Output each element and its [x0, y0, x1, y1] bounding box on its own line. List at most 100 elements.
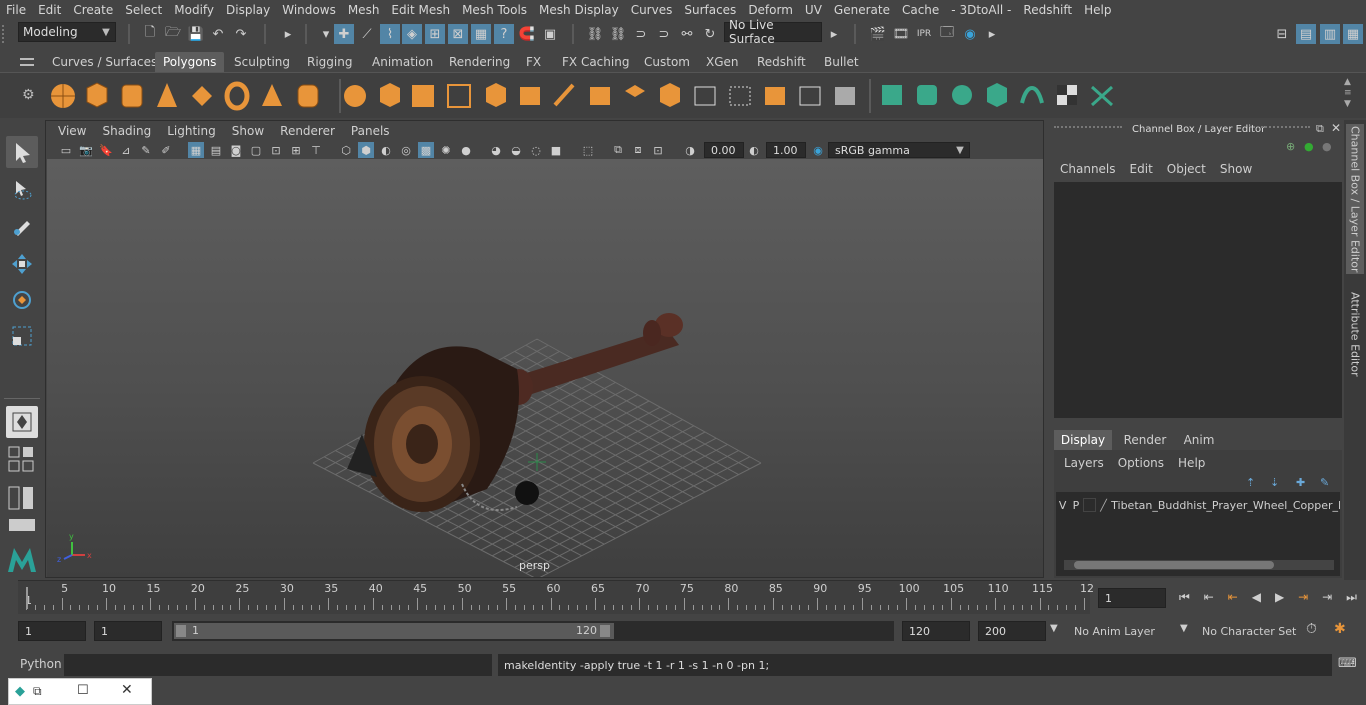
workspace-dropdown[interactable]: Modeling ▼ — [18, 22, 116, 42]
select-tool-button[interactable] — [6, 136, 38, 168]
layout-panels-icon[interactable] — [8, 486, 36, 510]
antialiasing-icon[interactable]: ◌ — [528, 142, 544, 158]
expand-arrow-right-icon[interactable]: ▸ — [982, 24, 1002, 44]
snap-grid-icon[interactable]: ◈ — [402, 24, 422, 44]
layer-color-icon[interactable]: ╱ — [1096, 499, 1111, 512]
menu-modify[interactable]: Modify — [168, 3, 220, 17]
shelf-tab-fx-caching[interactable]: FX Caching — [554, 52, 637, 72]
preferences-icon[interactable]: ✱ — [1334, 621, 1346, 637]
time-slider[interactable]: 5 10 15 20 25 30 35 40 45 50 55 60 65 70 75 80 85 90 95 100… — [18, 580, 1094, 614]
menu-edit[interactable]: Edit — [32, 3, 67, 17]
maximize-icon[interactable]: ☐ — [77, 683, 89, 698]
motion-blur-icon[interactable]: ◒ — [508, 142, 524, 158]
field-chart-icon[interactable]: ⊡ — [268, 142, 284, 158]
step-forward-key-icon[interactable]: ⇥ — [1322, 590, 1332, 604]
render-settings-icon[interactable]: 🎬 — [868, 24, 888, 44]
exposure-icon[interactable]: ◑ — [682, 142, 698, 158]
menu-create[interactable]: Create — [67, 3, 119, 17]
panel-menu-view[interactable]: View — [50, 124, 94, 138]
snap-point-icon[interactable]: ⊠ — [448, 24, 468, 44]
bookmark-icon[interactable]: 🔖 — [98, 142, 114, 158]
render-frame-icon[interactable]: 🎞 — [891, 24, 911, 44]
xray-active-icon[interactable]: ⧈ — [630, 142, 646, 158]
shelf-tab-xgen[interactable]: XGen — [698, 52, 747, 72]
resolution-gate-icon[interactable]: ◙ — [228, 142, 244, 158]
command-input[interactable] — [64, 654, 492, 676]
menu-select[interactable]: Select — [119, 3, 168, 17]
axis-icon[interactable]: ⊕ — [1286, 140, 1295, 153]
screen-space-ao-icon[interactable]: ◕ — [488, 142, 504, 158]
panel-menu-shading[interactable]: Shading — [94, 124, 159, 138]
menu-file[interactable]: File — [0, 3, 32, 17]
shelf-tab-rigging[interactable]: Rigging — [299, 52, 360, 72]
expand-arrow-icon[interactable]: ▸ — [824, 24, 844, 44]
gamma-field[interactable]: 1.00 — [766, 142, 806, 158]
channel-box-toggle-icon[interactable]: ▦ — [1343, 24, 1363, 44]
layout-single-icon[interactable] — [8, 446, 36, 474]
snap-curve-icon[interactable]: ⊞ — [425, 24, 445, 44]
move-layer-up-icon[interactable]: ⇡ — [1246, 476, 1255, 489]
new-layer-icon[interactable]: ✚ — [1296, 476, 1305, 489]
snap-view-icon[interactable]: ▦ — [471, 24, 491, 44]
xray-icon[interactable]: ◎ — [398, 142, 414, 158]
rotate-tool-button[interactable] — [6, 284, 38, 316]
rotate-snap-icon[interactable]: ↻ — [700, 24, 720, 44]
play-backward-icon[interactable]: ◀ — [1252, 590, 1261, 604]
lasso-tool-button[interactable] — [6, 174, 38, 206]
shelf-menu-icon[interactable] — [20, 58, 34, 66]
menu-help[interactable]: Help — [1078, 3, 1117, 17]
edit-menu[interactable]: Edit — [1130, 162, 1153, 176]
layer-visibility-toggle[interactable]: V — [1056, 499, 1069, 512]
tab-channel-box[interactable]: Channel Box / Layer Editor — [1346, 124, 1364, 274]
menu-curves[interactable]: Curves — [625, 3, 679, 17]
new-layer-selected-icon[interactable]: ✎ — [1320, 476, 1329, 489]
shelf-tab-fx[interactable]: FX — [518, 52, 549, 72]
image-plane-icon[interactable]: ⊿ — [118, 142, 134, 158]
layout-outliner-icon[interactable] — [8, 518, 36, 532]
isolate-select-icon[interactable]: ⬚ — [580, 142, 596, 158]
layer-row[interactable]: V P ╱ Tibetan_Buddhist_Prayer_Wheel_Copp… — [1056, 496, 1340, 514]
make-live-icon[interactable]: 🧲 — [517, 24, 537, 44]
hypershade-icon[interactable]: ◉ — [960, 24, 980, 44]
open-scene-icon[interactable]: 🗁 — [163, 24, 183, 44]
new-scene-icon[interactable]: 🗋 — [140, 24, 160, 44]
restore-icon[interactable]: ⧉ — [33, 684, 42, 699]
depth-of-field-icon[interactable]: ■ — [548, 142, 564, 158]
channels-menu[interactable]: Channels — [1060, 162, 1116, 176]
step-forward-frame-icon[interactable]: ⇥ — [1298, 590, 1308, 604]
live-surface-field[interactable]: No Live Surface — [724, 18, 822, 46]
panel-menu-show[interactable]: Show — [224, 124, 272, 138]
layers-menu[interactable]: Layers — [1064, 456, 1104, 470]
status-line-handle[interactable] — [2, 25, 12, 43]
grease-pencil-icon[interactable]: ✎ — [138, 142, 154, 158]
redo-icon[interactable]: ↷ — [231, 24, 251, 44]
camera-attributes-icon[interactable]: 📷 — [78, 142, 94, 158]
select-hierarchy-icon[interactable]: ✚ — [334, 24, 354, 44]
menu-windows[interactable]: Windows — [276, 3, 342, 17]
panel-drag-handle[interactable] — [1054, 126, 1122, 134]
layer-playback-toggle[interactable]: P — [1069, 499, 1082, 512]
menu-generate[interactable]: Generate — [828, 3, 896, 17]
go-to-start-icon[interactable]: ⏮ — [1179, 590, 1190, 605]
menu-cache[interactable]: Cache — [896, 3, 945, 17]
select-object-icon[interactable]: ⟋ — [357, 24, 377, 44]
tool-settings-toggle-icon[interactable]: ▥ — [1320, 24, 1340, 44]
anim-layer-dropdown[interactable]: No Anim Layer — [1068, 621, 1180, 641]
chevron-down-icon[interactable]: ▼ — [1180, 623, 1188, 634]
symmetry-icon[interactable]: ⊃ — [654, 24, 674, 44]
object-menu[interactable]: Object — [1167, 162, 1206, 176]
shelf-tab-redshift[interactable]: Redshift — [749, 52, 814, 72]
color-management-icon[interactable]: ◉ — [810, 142, 826, 158]
menu-uv[interactable]: UV — [799, 3, 828, 17]
layer-name[interactable]: Tibetan_Buddhist_Prayer_Wheel_Copper_Ba — [1111, 499, 1340, 512]
shelf-tab-rendering[interactable]: Rendering — [441, 52, 518, 72]
close-icon[interactable]: ✕ — [121, 682, 133, 698]
go-to-end-icon[interactable]: ⏭ — [1346, 590, 1357, 605]
range-slider-handle[interactable]: 1 120 — [174, 623, 614, 639]
current-frame-field[interactable]: 1 — [1098, 588, 1166, 608]
backface-icon[interactable]: ⊡ — [650, 142, 666, 158]
shelf-tab-curves-surfaces[interactable]: Curves / Surfaces — [44, 52, 165, 72]
textured-icon[interactable]: ▩ — [418, 142, 434, 158]
paint-select-tool-button[interactable] — [6, 210, 38, 242]
collapse-arrow-icon[interactable]: ▸ — [278, 24, 298, 44]
